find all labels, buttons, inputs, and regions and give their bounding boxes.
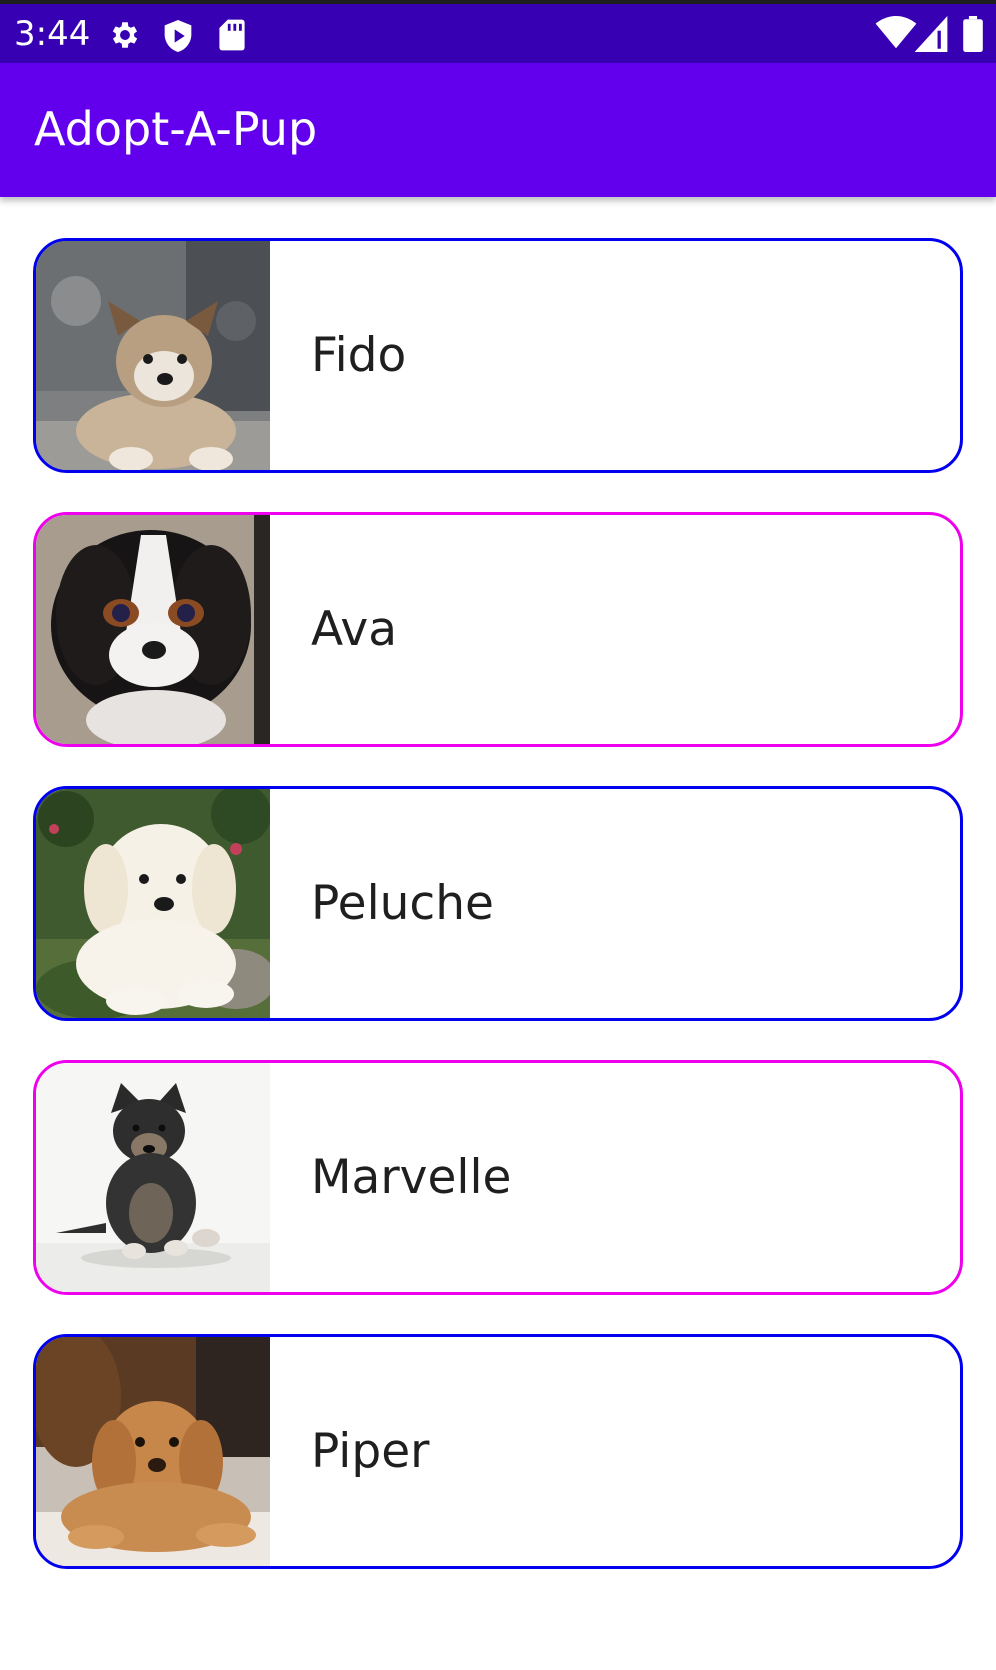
status-time: 3:44 [14, 14, 91, 54]
signal-icon [914, 16, 948, 52]
battery-icon [963, 16, 983, 52]
puppy-name: Fido [311, 328, 407, 383]
puppy-card-ava[interactable]: Ava [33, 512, 963, 747]
puppy-name: Piper [311, 1424, 430, 1479]
puppy-card-piper[interactable]: Piper [33, 1334, 963, 1569]
puppy-name: Peluche [311, 876, 494, 931]
puppy-photo-marvelle [36, 1063, 270, 1292]
puppy-photo-piper [36, 1337, 270, 1566]
shield-play-icon [164, 20, 192, 52]
app-bar: Adopt-A-Pup [0, 63, 996, 197]
puppy-photo-ava [36, 515, 270, 744]
puppy-card-peluche[interactable]: Peluche [33, 786, 963, 1021]
app-title: Adopt-A-Pup [34, 102, 318, 156]
puppy-name: Ava [311, 602, 398, 657]
puppy-name: Marvelle [311, 1150, 512, 1205]
puppy-photo-fido [36, 241, 270, 470]
puppy-photo-peluche [36, 789, 270, 1018]
wifi-icon [875, 16, 917, 49]
puppy-card-fido[interactable]: Fido [33, 238, 963, 473]
puppy-card-marvelle[interactable]: Marvelle [33, 1060, 963, 1295]
gear-icon [112, 22, 138, 48]
sd-card-icon [219, 19, 245, 51]
status-bar: 3:44 [0, 0, 996, 63]
